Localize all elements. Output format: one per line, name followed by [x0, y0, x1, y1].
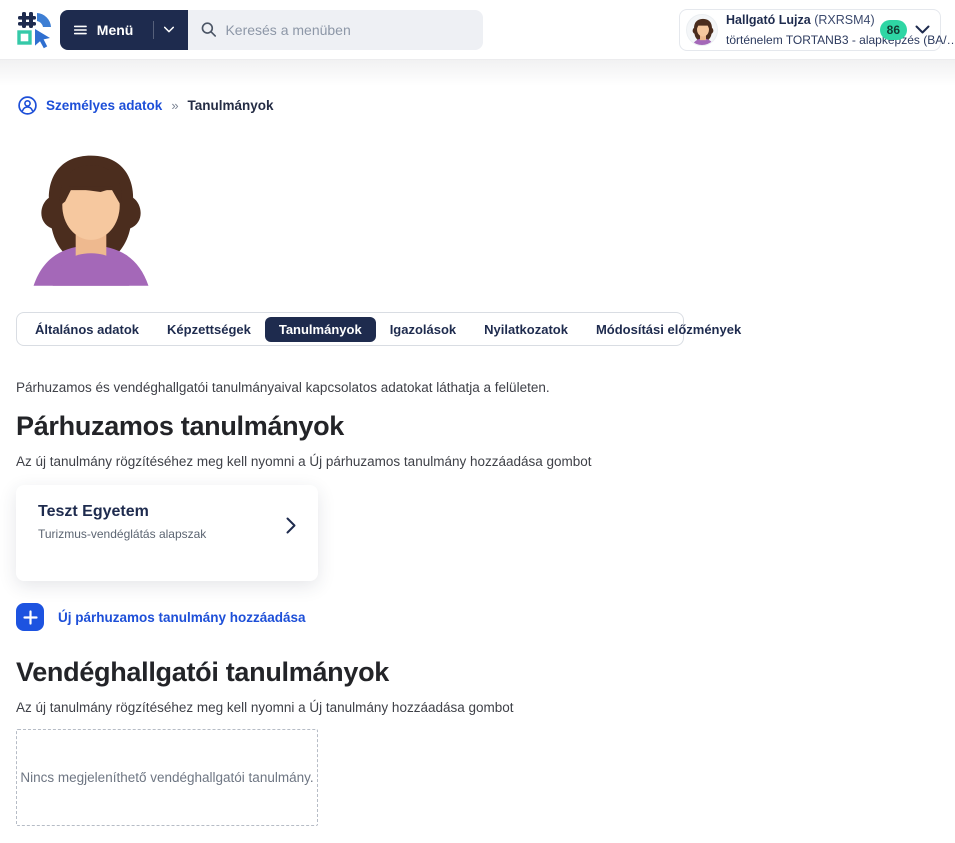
tab-declarations[interactable]: Nyilatkozatok [470, 317, 582, 342]
parallel-studies-section: Párhuzamos tanulmányok Az új tanulmány r… [16, 411, 939, 631]
breadcrumb: Személyes adatok » Tanulmányok [0, 86, 955, 115]
tab-studies[interactable]: Tanulmányok [265, 317, 376, 342]
empty-state-text: Nincs megjeleníthető vendéghallgatói tan… [20, 770, 313, 785]
menu-search[interactable] [188, 10, 483, 50]
study-program: Turizmus-vendéglátás alapszak [38, 527, 298, 541]
tab-qualifications[interactable]: Képzettségek [153, 317, 265, 342]
chevron-right-icon [286, 517, 296, 534]
user-avatar [686, 14, 718, 46]
parallel-study-card[interactable]: Teszt Egyetem Turizmus-vendéglátás alaps… [16, 485, 318, 581]
breadcrumb-personal-data-link[interactable]: Személyes adatok [46, 98, 162, 113]
panel-intro-text: Párhuzamos és vendéghallgatói tanulmánya… [16, 380, 939, 395]
guest-studies-title: Vendéghallgatói tanulmányok [16, 657, 939, 688]
tab-modification-history[interactable]: Módosítási előzmények [582, 317, 755, 342]
add-parallel-study-label: Új párhuzamos tanulmány hozzáadása [58, 610, 306, 625]
user-code: (RXRSM4) [814, 13, 874, 27]
menu-button[interactable]: Menü [60, 10, 188, 50]
tab-general-data[interactable]: Általános adatok [21, 317, 153, 342]
guest-studies-section: Vendéghallgatói tanulmányok Az új tanulm… [16, 657, 939, 843]
studies-panel: Párhuzamos és vendéghallgatói tanulmánya… [0, 380, 955, 843]
user-info: Hallgató Lujza (RXRSM4) történelem TORTA… [726, 10, 878, 50]
user-program: történelem TORTANB3 - alapképzés (BA/… [726, 33, 955, 47]
top-header: Menü Hallgató Lujza (RXRSM4) [0, 0, 955, 60]
search-icon [201, 21, 216, 38]
breadcrumb-separator: » [171, 98, 178, 113]
menu-divider [153, 21, 154, 39]
parallel-helper-text: Az új tanulmány rögzítéséhez meg kell ny… [16, 454, 939, 469]
guest-helper-text: Az új tanulmány rögzítéséhez meg kell ny… [16, 700, 939, 715]
chevron-down-icon [164, 25, 174, 34]
chevron-down-icon [915, 25, 930, 34]
guest-studies-empty-state: Nincs megjeleníthető vendéghallgatói tan… [16, 729, 318, 826]
user-name: Hallgató Lujza [726, 13, 811, 27]
search-input[interactable] [225, 22, 470, 38]
app-logo-icon[interactable] [14, 11, 52, 49]
study-university: Teszt Egyetem [38, 503, 298, 521]
profile-tab-bar: Általános adatok Képzettségek Tanulmányo… [16, 312, 684, 346]
tab-certificates[interactable]: Igazolások [376, 317, 470, 342]
hamburger-icon [74, 23, 87, 37]
menu-label: Menü [97, 22, 134, 38]
add-parallel-study-button[interactable]: Új párhuzamos tanulmány hozzáadása [16, 603, 306, 631]
user-circle-icon [18, 96, 37, 115]
profile-avatar [24, 141, 158, 287]
user-menu[interactable]: Hallgató Lujza (RXRSM4) történelem TORTA… [679, 9, 941, 51]
notification-badge[interactable]: 86 [880, 20, 907, 40]
breadcrumb-current: Tanulmányok [188, 98, 274, 113]
plus-icon [16, 603, 44, 631]
header-shadow [0, 60, 955, 86]
parallel-studies-title: Párhuzamos tanulmányok [16, 411, 939, 442]
